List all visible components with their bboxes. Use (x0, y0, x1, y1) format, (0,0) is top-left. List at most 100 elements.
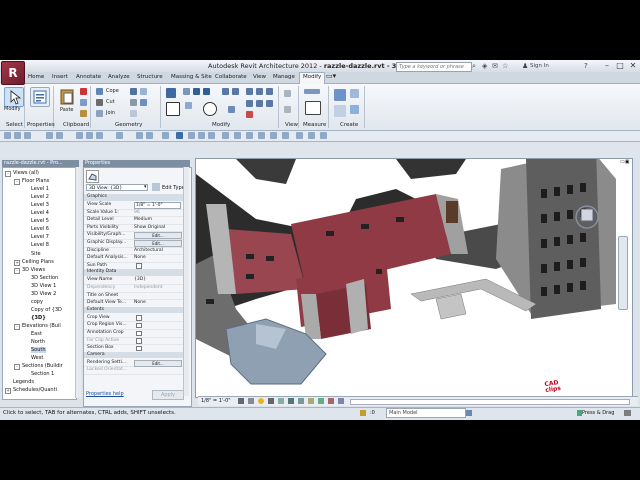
override-graphics-icon[interactable] (284, 90, 291, 97)
tab-annotate[interactable]: Annotate (76, 74, 101, 80)
tree-item[interactable]: Level 8 (31, 242, 49, 248)
tab-collaborate[interactable]: Collaborate (215, 74, 247, 80)
offset-icon[interactable] (183, 88, 190, 95)
property-checkbox[interactable] (136, 315, 142, 321)
tree-item[interactable]: 3D View 2 (31, 291, 56, 297)
tab-manage[interactable]: Manage (273, 74, 295, 80)
tool-icon-p[interactable] (282, 132, 289, 139)
help-icon[interactable]: ? (584, 62, 588, 70)
tree-item[interactable]: Level 4 (31, 210, 49, 216)
tab-insert[interactable]: Insert (52, 74, 68, 80)
filter-count-icon[interactable] (624, 410, 631, 416)
tree-item[interactable]: Floor Plans (22, 178, 49, 184)
tool-icon-a[interactable] (76, 132, 83, 139)
paste-button[interactable] (58, 87, 76, 105)
tree-item[interactable]: {3D} (31, 315, 46, 321)
tool-icon-g[interactable] (162, 132, 169, 139)
hide-in-view-icon[interactable] (284, 106, 291, 113)
tree-item[interactable]: Section 1 (31, 371, 54, 377)
tree-item[interactable]: Schedules/Quanti (13, 387, 57, 393)
tree-item[interactable]: South (31, 347, 46, 354)
tree-item[interactable]: copy (31, 299, 43, 305)
property-group-header[interactable]: Identity Data (84, 269, 183, 276)
tree-item[interactable]: Level 5 (31, 218, 49, 224)
cut-geometry-icon[interactable] (96, 99, 103, 106)
filter-icon[interactable] (4, 132, 11, 139)
property-checkbox[interactable] (136, 345, 142, 352)
cut-label[interactable]: Cut (106, 99, 115, 105)
match-type-icon[interactable] (80, 110, 87, 117)
tree-item[interactable]: Level 2 (31, 194, 49, 200)
tree-item[interactable]: 3D Section (31, 275, 58, 281)
ribbon-options-icon[interactable]: ▭▾ (326, 72, 336, 80)
modify-button[interactable] (4, 87, 24, 107)
cope-icon[interactable] (96, 88, 103, 95)
create-parts-icon[interactable] (350, 89, 359, 98)
extend-icon[interactable] (266, 100, 273, 107)
create-assembly-icon[interactable] (334, 89, 346, 101)
tree-toggle-icon[interactable]: - (5, 171, 11, 177)
move-icon[interactable] (166, 102, 180, 116)
property-group-header[interactable]: Graphics (84, 194, 183, 201)
sign-in-link[interactable]: Sign In (530, 63, 549, 69)
tab-home[interactable]: Home (28, 74, 44, 80)
tool-icon-f[interactable] (146, 132, 153, 139)
analytical-model-icon[interactable] (338, 398, 344, 404)
property-value[interactable]: None (134, 254, 146, 262)
tool-icon-e[interactable] (136, 132, 143, 139)
thin-lines-icon[interactable] (176, 132, 183, 139)
delete-icon[interactable] (246, 111, 253, 118)
user-icon[interactable]: ♟ (522, 62, 528, 70)
detail-level-icon[interactable] (238, 398, 244, 404)
property-value[interactable]: Architectural (134, 247, 163, 255)
view-scale[interactable]: 1/8" = 1'-0" (201, 398, 231, 404)
tree-item[interactable]: Level 3 (31, 202, 49, 208)
tool-icon-d[interactable] (116, 132, 123, 139)
property-group-header[interactable]: Camera (84, 351, 183, 359)
tree-item[interactable]: Legends (13, 379, 34, 385)
join-label[interactable]: Join (106, 110, 115, 116)
subscription-icon[interactable]: ◈ (482, 62, 487, 70)
mirror-draw-icon[interactable] (203, 88, 210, 95)
tool-icon-i[interactable] (198, 132, 205, 139)
property-checkbox[interactable] (136, 338, 142, 344)
temporary-hide-icon[interactable] (318, 398, 324, 404)
worksets-icon[interactable] (360, 410, 366, 416)
align-icon[interactable] (166, 88, 176, 98)
editing-requests-icon[interactable] (466, 410, 472, 416)
navigation-bar[interactable] (618, 236, 628, 310)
cope-label[interactable]: Cope (106, 88, 119, 94)
tree-item[interactable]: Level 7 (31, 234, 49, 240)
application-menu-button[interactable]: R (1, 61, 25, 85)
edit-type-icon[interactable] (152, 183, 160, 191)
join-icon[interactable] (96, 110, 103, 117)
tree-item[interactable]: Views (all) (13, 170, 39, 176)
close-button[interactable]: ✕ (626, 60, 640, 71)
tab-view[interactable]: View (253, 74, 266, 80)
pin-icon[interactable] (246, 88, 253, 95)
undo-icon[interactable] (46, 132, 53, 139)
tree-toggle-icon[interactable]: + (14, 259, 20, 266)
project-browser-scrollbar[interactable] (75, 167, 81, 398)
measure-icon[interactable] (304, 89, 320, 94)
tree-item[interactable]: Level 6 (31, 226, 49, 232)
tab-analyze[interactable]: Analyze (108, 74, 130, 80)
trim-icon[interactable] (222, 88, 229, 95)
viewport-close-icon[interactable]: ▭▣ (620, 159, 632, 167)
tree-item[interactable]: Elevations (Buil (22, 323, 61, 329)
dimension-icon[interactable] (305, 101, 321, 115)
active-workset-select[interactable]: Main Model (386, 408, 466, 418)
array-icon[interactable] (256, 88, 263, 95)
tree-item[interactable]: 3D View 1 (31, 283, 56, 289)
tool-icon-b[interactable] (86, 132, 93, 139)
copy-element-icon[interactable] (185, 102, 192, 109)
tree-item[interactable]: Site (31, 251, 41, 257)
demolish-icon[interactable] (140, 99, 147, 106)
tool-icon-q[interactable] (296, 132, 303, 139)
minimize-button[interactable]: – (600, 60, 614, 71)
split-icon[interactable] (232, 88, 239, 95)
type-dropdown-icon[interactable]: ▾ (144, 184, 147, 190)
tool-icon-s[interactable] (320, 132, 327, 139)
search-icon[interactable]: ⌕ (472, 62, 476, 71)
scale-icon[interactable] (266, 88, 273, 95)
